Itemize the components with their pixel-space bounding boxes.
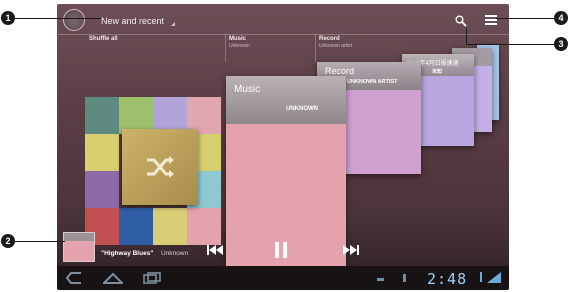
callout-marker: 4: [554, 11, 568, 25]
collage-tile: [85, 134, 119, 171]
callout-marker: 3: [554, 37, 568, 51]
usb-icon: [377, 278, 384, 281]
view-selector[interactable]: New and recent: [101, 16, 164, 26]
recent-apps-icon[interactable]: [143, 272, 161, 284]
collage-tile: [85, 97, 119, 134]
pause-icon[interactable]: [275, 242, 287, 258]
home-icon[interactable]: [103, 272, 123, 284]
dropdown-caret-icon: [171, 22, 175, 26]
album-title: Music: [234, 84, 261, 95]
column-divider: [315, 34, 316, 62]
callout-marker: 1: [1, 11, 15, 25]
shuffle-icon: [147, 156, 174, 178]
menu-icon[interactable]: [485, 15, 497, 25]
collage-tile: [85, 171, 119, 208]
notification-icon: [403, 274, 406, 282]
callout-leader: [466, 28, 467, 44]
tablet-screen: New and recent Shuffle all Music Unknown…: [57, 4, 509, 290]
collage-tile: [187, 208, 221, 245]
column-divider: [225, 34, 226, 62]
app-logo-icon[interactable]: [63, 9, 85, 31]
album-artist: 未知: [432, 69, 443, 75]
column-subtitle-record: Unknown artist: [319, 43, 353, 49]
callout-leader: [15, 18, 101, 19]
callout-leader: [496, 18, 554, 19]
column-subtitle-music: Unknown: [229, 43, 250, 49]
column-title-music[interactable]: Music: [229, 36, 246, 42]
divider: [57, 34, 509, 35]
album-title: Record: [325, 66, 355, 76]
now-playing-artist: Unknown: [161, 250, 189, 257]
collage-tile: [119, 208, 153, 245]
now-playing-title: "Highway Blues": [101, 250, 154, 257]
album-artist: UNKNOWN: [286, 106, 318, 112]
callout-leader: [15, 241, 65, 242]
callout-leader: [466, 44, 554, 45]
signal-icon: [487, 272, 501, 283]
clock: 2:48: [427, 270, 468, 288]
bluetooth-icon: [480, 272, 482, 282]
previous-icon[interactable]: [207, 244, 223, 256]
next-icon[interactable]: [343, 244, 359, 256]
album-artist: UNKNOWN ARTIST: [347, 79, 398, 85]
collage-tile: [153, 208, 187, 245]
search-icon[interactable]: [455, 15, 467, 27]
thumbnail-header: [64, 233, 94, 241]
column-title-shuffle[interactable]: Shuffle all: [89, 36, 118, 42]
back-icon[interactable]: [65, 272, 83, 284]
column-title-record[interactable]: Record: [319, 36, 340, 42]
callout-marker: 2: [1, 234, 15, 248]
